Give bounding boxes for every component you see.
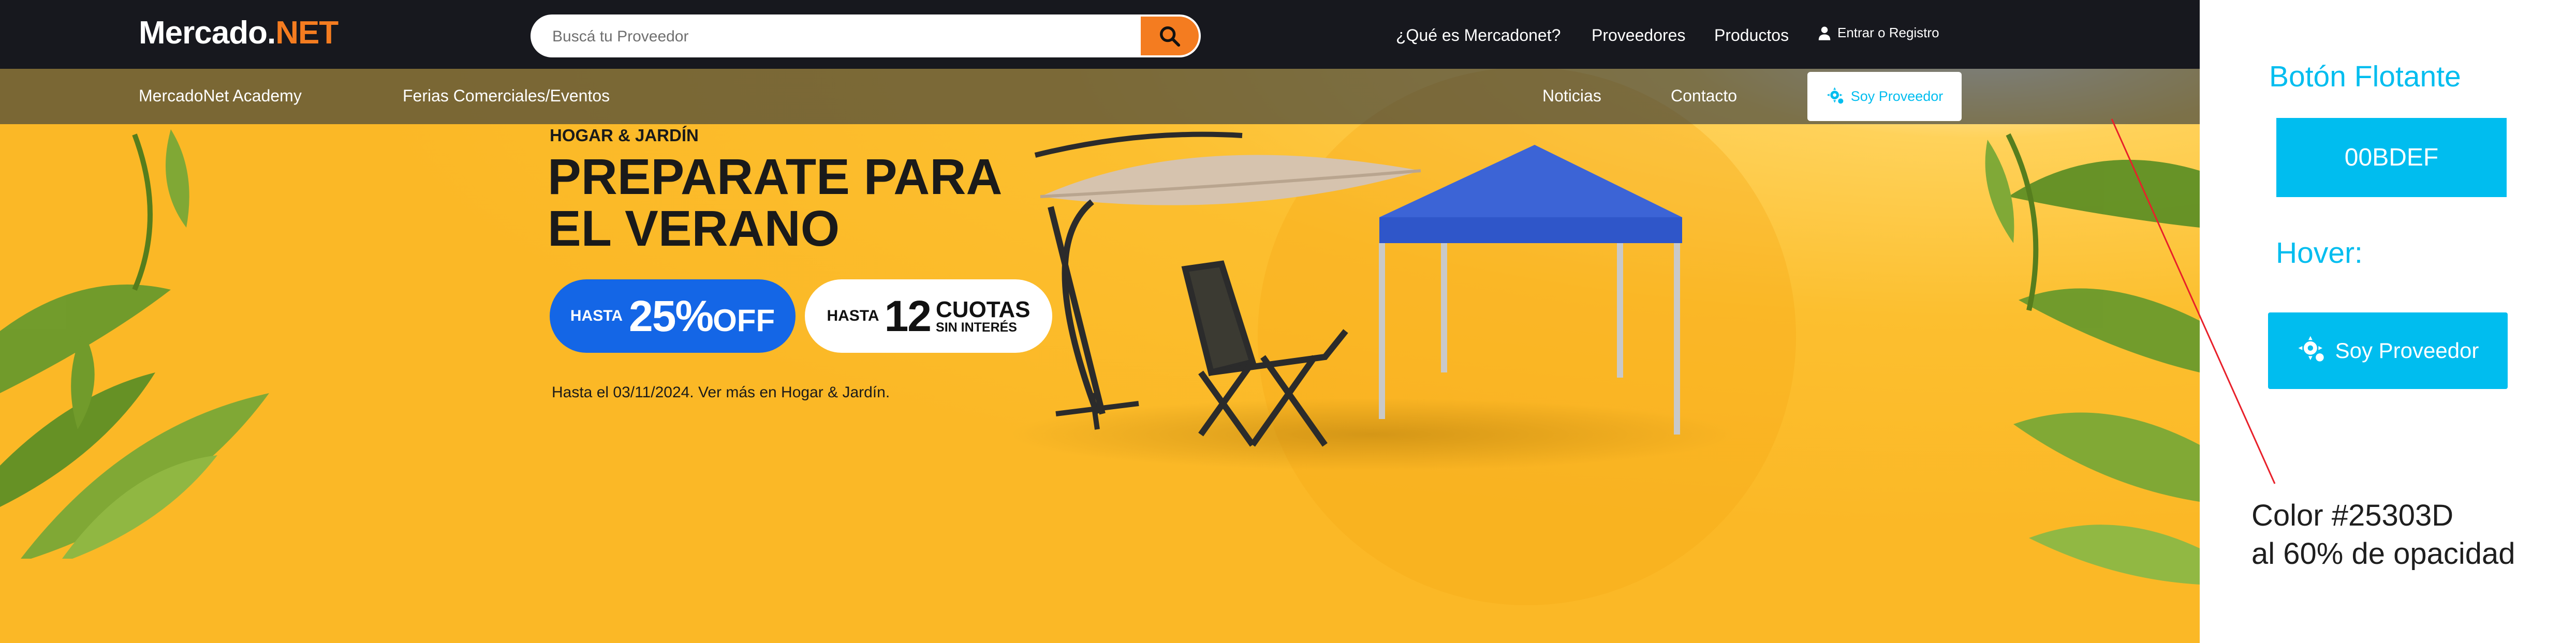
soy-proveedor-button[interactable]: Soy Proveedor: [1807, 72, 1962, 121]
promo-kicker: HOGAR & JARDÍN: [550, 126, 699, 145]
search-input[interactable]: [551, 14, 1149, 57]
cuotas-badge[interactable]: HASTA 12 CUOTAS SIN INTERÉS: [805, 279, 1052, 353]
user-icon: [1818, 26, 1831, 40]
search-button[interactable]: [1141, 17, 1199, 55]
nav-proveedores[interactable]: Proveedores: [1592, 26, 1685, 45]
hover-button-label: Soy Proveedor: [2335, 338, 2479, 363]
subnav-academy[interactable]: MercadoNet Academy: [139, 86, 302, 106]
cuotas-prefix: HASTA: [827, 307, 879, 324]
subnav-contacto[interactable]: Contacto: [1671, 86, 1737, 106]
search-bar: [531, 14, 1201, 57]
discount-prefix: HASTA: [570, 307, 623, 324]
promo-note[interactable]: Hasta el 03/11/2024. Ver más en Hogar & …: [552, 384, 890, 401]
gear-person-icon: [1827, 87, 1844, 103]
logo-accent: NET: [275, 15, 338, 51]
gear-person-icon: [2298, 336, 2324, 362]
login-label: Entrar o Registro: [1837, 25, 1939, 40]
website-screenshot: Mercado.NET ¿Qué es Mercadonet? Proveedo…: [0, 0, 2200, 643]
cuotas-text: CUOTAS SIN INTERÉS: [936, 298, 1031, 334]
cuotas-sub: SIN INTERÉS: [936, 320, 1017, 335]
right-plant-decoration: [1985, 133, 2200, 585]
promo-title: PREPARATE PARA EL VERANO: [548, 151, 1002, 255]
promo-title-line2: EL VERANO: [548, 200, 840, 257]
logo-text: Mercado.: [139, 15, 276, 51]
mercadonet-logo[interactable]: Mercado.NET: [139, 14, 338, 51]
discount-suffix: OFF: [713, 303, 775, 338]
nav-productos[interactable]: Productos: [1714, 26, 1789, 45]
login-link[interactable]: Entrar o Registro: [1818, 25, 1939, 41]
subnav-noticias[interactable]: Noticias: [1542, 86, 1601, 106]
nav-que-es-mercadonet[interactable]: ¿Qué es Mercadonet?: [1396, 26, 1561, 45]
promo-title-line1: PREPARATE PARA: [548, 148, 1003, 205]
folding-chair-illustration: [1181, 260, 1348, 447]
left-plant-decoration: [0, 129, 269, 559]
hover-label: Hover:: [2276, 236, 2363, 270]
color-note-line2: al 60% de opacidad: [2251, 537, 2515, 571]
subnav-ferias[interactable]: Ferias Comerciales/Eventos: [403, 86, 610, 106]
color-note: Color #25303D al 60% de opacidad: [2251, 497, 2515, 573]
hover-state-button[interactable]: Soy Proveedor: [2268, 312, 2508, 389]
color-note-line1: Color #25303D: [2251, 499, 2454, 532]
discount-badge[interactable]: HASTA 25%OFF: [550, 279, 796, 353]
cuotas-word: CUOTAS: [936, 296, 1031, 322]
canopy-tent-illustration: [1379, 145, 1682, 435]
discount-value: 25%: [629, 291, 714, 340]
annotation-title: Botón Flotante: [2269, 60, 2461, 93]
soy-proveedor-label: Soy Proveedor: [1850, 88, 1944, 104]
color-swatch: 00BDEF: [2276, 118, 2507, 197]
cuotas-value: 12: [884, 291, 932, 340]
search-icon: [1160, 26, 1181, 47]
